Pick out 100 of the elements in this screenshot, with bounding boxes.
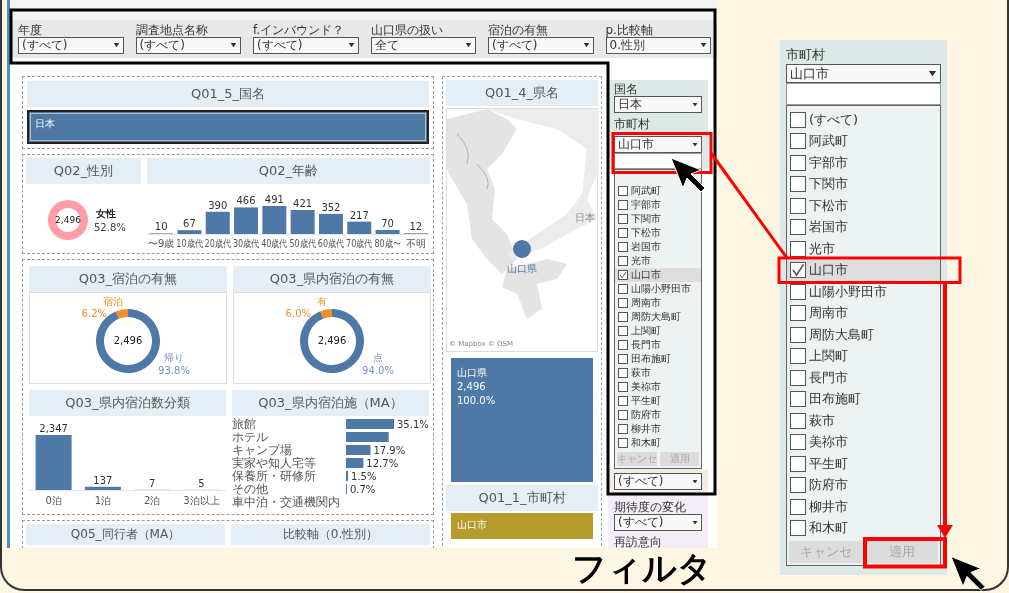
checkbox[interactable]	[618, 186, 628, 196]
caret-icon	[692, 102, 698, 107]
checkbox[interactable]	[790, 498, 806, 515]
list-item[interactable]: 山陽小野田市	[615, 282, 701, 296]
dropdown[interactable]: 山口市	[614, 136, 702, 153]
checkbox[interactable]	[790, 176, 806, 193]
checkbox[interactable]	[618, 228, 628, 238]
list-item[interactable]: 宇部市	[615, 198, 701, 212]
checkbox[interactable]	[790, 348, 806, 365]
dropdown[interactable]: (すべて)	[614, 473, 702, 490]
map-label: 日本	[575, 212, 595, 223]
checkbox[interactable]	[790, 369, 806, 386]
list-item[interactable]: 阿武町	[615, 184, 701, 198]
list-item[interactable]: 下松市	[615, 226, 701, 240]
list-item[interactable]: 上関町	[615, 324, 701, 338]
checkbox[interactable]	[790, 240, 806, 257]
list-item[interactable]: 周防大島町	[787, 324, 940, 346]
list-item[interactable]: 萩市	[615, 366, 701, 380]
list-item[interactable]: 美祢市	[615, 380, 701, 394]
dropdown[interactable]: (すべて)	[253, 37, 359, 54]
list-item[interactable]: 山口市	[787, 259, 940, 281]
checkbox[interactable]	[618, 368, 628, 378]
checkbox[interactable]	[618, 284, 628, 294]
list-item[interactable]: 上関町	[787, 345, 940, 367]
list-item[interactable]: 周防大島町	[615, 310, 701, 324]
checkbox[interactable]	[790, 111, 806, 128]
list-item[interactable]: 山口市	[615, 268, 701, 282]
checkbox[interactable]	[618, 242, 628, 252]
checkbox[interactable]	[790, 305, 806, 322]
checkbox[interactable]	[790, 219, 806, 236]
list-item[interactable]: 岩国市	[787, 216, 940, 238]
dropdown[interactable]: 全て	[370, 37, 476, 54]
checkbox[interactable]	[790, 391, 806, 408]
list-item[interactable]: 防府市	[615, 408, 701, 422]
dropdown[interactable]: 山口市	[786, 64, 941, 83]
search-field[interactable]	[786, 83, 941, 105]
list-item[interactable]: 下松市	[787, 195, 940, 217]
list-item[interactable]: 柳井市	[787, 496, 940, 518]
checkbox[interactable]	[618, 410, 628, 420]
dropdown[interactable]: (すべて)	[488, 37, 594, 54]
axis-label: 車中泊・交通機関内	[232, 495, 340, 508]
treemap-tile[interactable]: 山口県 2,496 100.0%	[451, 358, 593, 482]
list-item[interactable]: 宇部市	[787, 152, 940, 174]
list-item[interactable]: 光市	[615, 254, 701, 268]
checkbox[interactable]	[790, 154, 806, 171]
tile-label: 2,496	[457, 380, 487, 394]
list-item[interactable]: 周南市	[615, 296, 701, 310]
checkbox[interactable]	[790, 412, 806, 429]
list-item[interactable]: 萩市	[787, 410, 940, 432]
list-item[interactable]: 阿武町	[787, 130, 940, 152]
list-item[interactable]: 光市	[787, 238, 940, 260]
list-item[interactable]: 柳井市	[615, 422, 701, 436]
list-item[interactable]: 岩国市	[615, 240, 701, 254]
chart-title: Q01_4_県名	[446, 80, 598, 106]
checkbox[interactable]	[618, 270, 628, 280]
list-item[interactable]: 下関市	[787, 173, 940, 195]
country-bar[interactable]: 日本	[27, 110, 429, 144]
checkbox[interactable]	[618, 326, 628, 336]
checkbox[interactable]	[618, 438, 628, 448]
list-item[interactable]: 和木町	[787, 517, 940, 539]
value-label: 2,347	[39, 423, 68, 434]
bar	[346, 471, 349, 481]
list-item[interactable]: 山陽小野田市	[787, 281, 940, 303]
caret-icon	[692, 142, 698, 147]
list-item[interactable]: 平生町	[615, 394, 701, 408]
list-item[interactable]: 長門市	[787, 367, 940, 389]
list-item[interactable]: 下関市	[615, 212, 701, 226]
checkbox[interactable]	[618, 340, 628, 350]
checkbox[interactable]	[790, 262, 806, 279]
dropdown[interactable]: (すべて)	[614, 514, 702, 531]
checkbox[interactable]	[618, 354, 628, 364]
checkbox[interactable]	[618, 214, 628, 224]
checkbox[interactable]	[790, 520, 806, 537]
checkbox[interactable]	[618, 298, 628, 308]
checkbox[interactable]	[790, 326, 806, 343]
checkbox[interactable]	[618, 200, 628, 210]
checkbox[interactable]	[618, 382, 628, 392]
checkbox[interactable]	[790, 434, 806, 451]
list-item[interactable]: 防府市	[787, 474, 940, 496]
list-item[interactable]: 美祢市	[787, 431, 940, 453]
list-item[interactable]: 田布施町	[615, 352, 701, 366]
list-item[interactable]: 平生町	[787, 453, 940, 475]
checkbox[interactable]	[618, 424, 628, 434]
checkbox[interactable]	[790, 477, 806, 494]
checkbox[interactable]	[790, 197, 806, 214]
dropdown[interactable]: 日本	[614, 96, 702, 113]
checkbox[interactable]	[790, 455, 806, 472]
checkbox[interactable]	[618, 396, 628, 406]
dropdown[interactable]: (すべて)	[135, 37, 241, 54]
dropdown[interactable]: 0.性別	[605, 37, 711, 54]
list-item[interactable]: 周南市	[787, 302, 940, 324]
chart-title: Q01_5_国名	[27, 81, 429, 107]
checkbox[interactable]	[790, 133, 806, 150]
list-item[interactable]: (すべて)	[787, 109, 940, 131]
checkbox[interactable]	[618, 256, 628, 266]
list-item[interactable]: 長門市	[615, 338, 701, 352]
list-item[interactable]: 田布施町	[787, 388, 940, 410]
dropdown[interactable]: (すべて)	[18, 37, 124, 54]
list-item[interactable]: 和木町	[615, 436, 701, 450]
checkbox[interactable]	[618, 312, 628, 322]
